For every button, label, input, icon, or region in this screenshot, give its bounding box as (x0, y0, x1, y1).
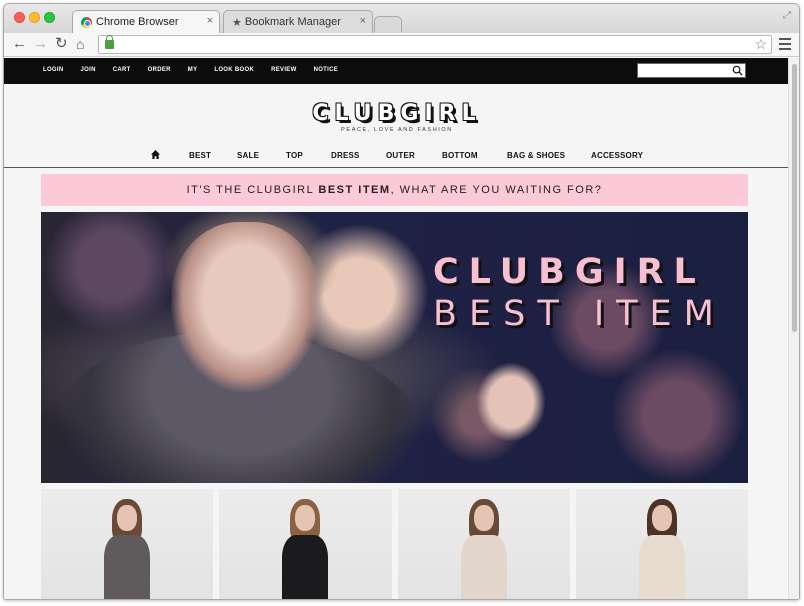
fullscreen-icon[interactable]: ⤢ (783, 10, 791, 21)
promo-text-highlight: BEST ITEM (318, 184, 391, 196)
tab-chrome-browser[interactable]: Chrome Browser × (72, 10, 220, 33)
scrollbar-thumb[interactable] (792, 64, 797, 332)
site-topbar: LOGIN JOIN CART ORDER MY LOOK BOOK REVIE… (4, 58, 790, 84)
tab-label: Chrome Browser (96, 16, 179, 28)
order-link[interactable]: ORDER (148, 67, 171, 73)
model-outfit (460, 535, 507, 599)
model-outfit (282, 535, 329, 599)
hero-subtitle: BEST ITEM (433, 294, 726, 334)
page-scrollbar[interactable] (788, 58, 799, 599)
product-card[interactable] (41, 489, 214, 599)
browser-toolbar: ← → ↻ ⌂ ☆ (4, 33, 799, 57)
tab-strip: Chrome Browser × ★ Bookmark Manager × ⤢ (4, 4, 799, 33)
promo-text-prefix: IT'S THE CLUBGIRL (186, 184, 319, 196)
site-search-input[interactable] (637, 63, 746, 78)
bookmark-star-icon[interactable]: ☆ (754, 36, 767, 53)
cart-link[interactable]: CART (113, 67, 131, 73)
model-outfit (638, 535, 685, 599)
promo-banner[interactable]: IT'S THE CLUBGIRL BEST ITEM, WHAT ARE YO… (41, 174, 748, 206)
browser-window: Chrome Browser × ★ Bookmark Manager × ⤢ … (3, 3, 800, 600)
new-tab-button[interactable] (374, 16, 402, 32)
product-card[interactable] (219, 489, 392, 599)
hero-model-face (171, 222, 321, 392)
tab-label: Bookmark Manager (244, 16, 341, 28)
page-viewport: LOGIN JOIN CART ORDER MY LOOK BOOK REVIE… (4, 58, 790, 599)
promo-text-suffix: , WHAT ARE YOU WAITING FOR? (390, 184, 603, 196)
login-link[interactable]: LOGIN (43, 67, 64, 73)
hero-title: CLUBGIRL (433, 252, 706, 292)
zoom-window-button[interactable] (44, 12, 55, 23)
hero-banner[interactable]: CLUBGIRL BEST ITEM (41, 212, 748, 483)
product-model-image (627, 499, 697, 599)
hero-model-hand (476, 362, 546, 442)
minimize-window-button[interactable] (29, 12, 40, 23)
model-face (473, 505, 494, 531)
tab-close-icon[interactable]: × (207, 15, 213, 27)
main-nav: BEST SALE TOP DRESS OUTER BOTTOM BAG & S… (4, 146, 790, 168)
back-arrow-icon[interactable]: ← (12, 35, 27, 53)
look-book-link[interactable]: LOOK BOOK (214, 67, 254, 73)
address-bar[interactable]: ☆ (98, 35, 772, 54)
search-icon[interactable] (732, 65, 743, 76)
forward-arrow-icon[interactable]: → (33, 35, 48, 53)
nav-best[interactable]: BEST (189, 151, 211, 160)
nav-sale[interactable]: SALE (237, 151, 259, 160)
nav-outer[interactable]: OUTER (386, 151, 415, 160)
nav-accessory[interactable]: ACCESSORY (591, 151, 643, 160)
my-link[interactable]: MY (188, 67, 198, 73)
tab-close-icon[interactable]: × (360, 15, 366, 27)
home-icon[interactable]: ⌂ (76, 35, 84, 53)
product-model-image (270, 499, 340, 599)
product-card[interactable] (397, 489, 570, 599)
tab-bookmark-manager[interactable]: ★ Bookmark Manager × (223, 10, 373, 33)
model-face (295, 505, 316, 531)
nav-bag-shoes[interactable]: BAG & SHOES (507, 151, 565, 160)
account-links: LOGIN JOIN CART ORDER MY LOOK BOOK REVIE… (43, 67, 355, 73)
close-window-button[interactable] (14, 12, 25, 23)
model-outfit (104, 535, 151, 599)
chrome-icon (81, 16, 92, 28)
site-logo[interactable]: CLUBGIRL (4, 101, 790, 126)
join-link[interactable]: JOIN (81, 67, 96, 73)
model-face (117, 505, 138, 531)
site-tagline: PEACE, LOVE AND FASHION (341, 127, 453, 133)
nav-dress[interactable]: DRESS (331, 151, 360, 160)
bookmark-star-icon: ★ (232, 16, 242, 29)
product-card[interactable] (575, 489, 748, 599)
product-model-image (449, 499, 519, 599)
notice-link[interactable]: NOTICE (314, 67, 338, 73)
home-icon[interactable] (151, 150, 160, 159)
product-grid (41, 489, 748, 599)
lock-icon (105, 35, 114, 49)
menu-icon[interactable] (779, 38, 791, 53)
reload-icon[interactable]: ↻ (55, 35, 68, 53)
product-model-image (92, 499, 162, 599)
model-face (651, 505, 672, 531)
review-link[interactable]: REVIEW (271, 67, 296, 73)
nav-bottom[interactable]: BOTTOM (442, 151, 478, 160)
nav-top[interactable]: TOP (286, 151, 303, 160)
